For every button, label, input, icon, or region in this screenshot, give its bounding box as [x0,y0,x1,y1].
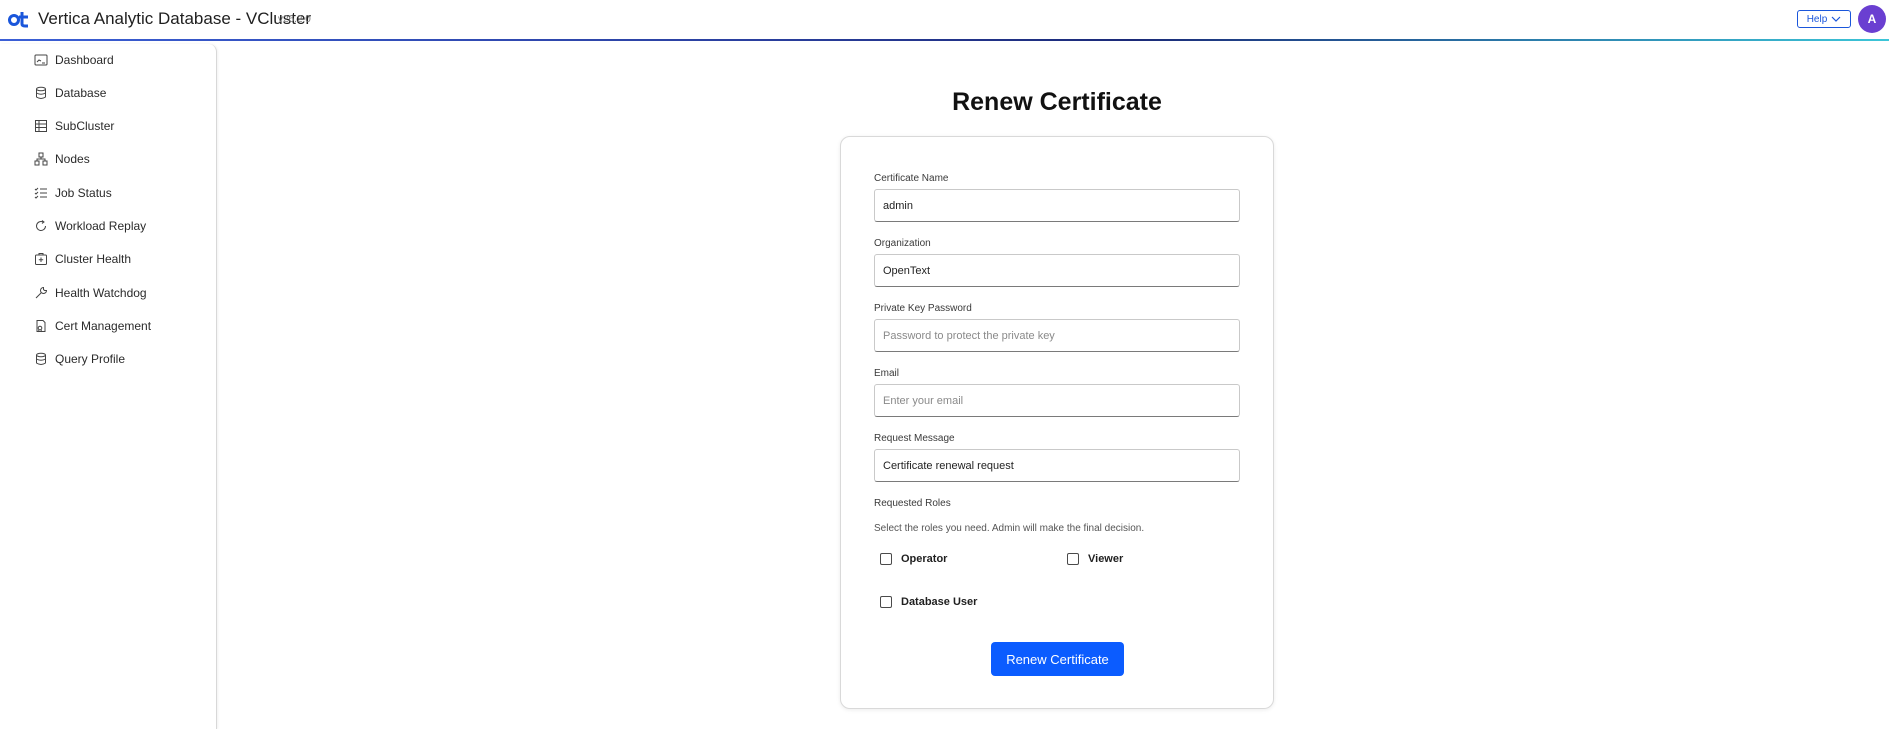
certificate-name-input[interactable]: admin [874,189,1240,222]
nodes-icon [34,152,48,166]
sidebar-item-label: Job Status [55,186,112,200]
certificate-icon [34,319,48,333]
opentext-logo-icon[interactable] [8,10,30,28]
role-database-user-label: Database User [901,596,978,608]
help-button[interactable]: Help [1797,10,1851,28]
sidebar-item-label: Workload Replay [55,219,147,233]
dashboard-icon [34,53,48,67]
user-avatar[interactable]: A [1858,5,1886,33]
wrench-icon [34,286,48,300]
replay-icon [34,219,48,233]
sidebar-item-cert-management[interactable]: Cert Management [34,316,151,336]
sidebar-item-label: Query Profile [55,352,126,366]
role-operator-checkbox[interactable]: Operator [880,553,947,565]
role-operator-label: Operator [901,553,948,565]
app-title: Vertica Analytic Database - VCluster [38,9,312,28]
certificate-name-label: Certificate Name [874,173,949,184]
app-version: v26.2.0 [278,14,311,25]
organization-label: Organization [874,238,931,249]
role-viewer-checkbox[interactable]: Viewer [1067,553,1123,565]
sidebar [0,44,217,729]
requested-roles-help: Select the roles you need. Admin will ma… [874,523,1145,534]
sidebar-item-database[interactable]: Database [34,83,106,103]
job-status-icon [34,186,48,200]
request-message-label: Request Message [874,433,955,444]
subcluster-icon [34,119,48,133]
role-database-user-checkbox[interactable]: Database User [880,596,977,608]
sidebar-item-label: Health Watchdog [55,286,147,300]
sidebar-item-workload-replay[interactable]: Workload Replay [34,216,146,236]
sidebar-item-dashboard[interactable]: Dashboard [34,50,114,70]
email-input[interactable]: Enter your email [874,384,1240,417]
page-title: Renew Certificate [952,88,1162,116]
private-key-password-input[interactable]: Password to protect the private key [874,319,1240,352]
sidebar-item-nodes[interactable]: Nodes [34,149,90,169]
header-divider [0,39,1889,41]
sidebar-item-subcluster[interactable]: SubCluster [34,116,114,136]
sidebar-item-label: Nodes [55,152,90,166]
sidebar-item-label: Dashboard [55,53,114,67]
sidebar-item-label: Cluster Health [55,252,132,266]
checkbox-box[interactable] [1067,553,1079,565]
cluster-health-icon [34,252,48,266]
private-key-password-label: Private Key Password [874,303,972,314]
email-label: Email [874,368,900,379]
chevron-down-icon [1831,16,1841,22]
role-viewer-label: Viewer [1088,553,1124,565]
organization-input[interactable]: OpenText [874,254,1240,287]
help-label: Help [1806,13,1828,25]
checkbox-box[interactable] [880,553,892,565]
database-icon [34,86,48,100]
sidebar-item-label: Cert Management [55,319,152,333]
top-bar: Vertica Analytic Database - VCluster v26… [0,0,1889,40]
sidebar-item-label: SubCluster [55,119,115,133]
database-icon [34,352,48,366]
checkbox-box[interactable] [880,596,892,608]
sidebar-item-label: Database [55,86,107,100]
sidebar-item-query-profile[interactable]: Query Profile [34,349,125,369]
requested-roles-label: Requested Roles [874,498,951,509]
request-message-input[interactable]: Certificate renewal request [874,449,1240,482]
sidebar-item-job-status[interactable]: Job Status [34,183,112,203]
sidebar-item-health-watchdog[interactable]: Health Watchdog [34,283,147,303]
sidebar-item-cluster-health[interactable]: Cluster Health [34,249,131,269]
renew-certificate-button[interactable]: Renew Certificate [991,642,1124,676]
